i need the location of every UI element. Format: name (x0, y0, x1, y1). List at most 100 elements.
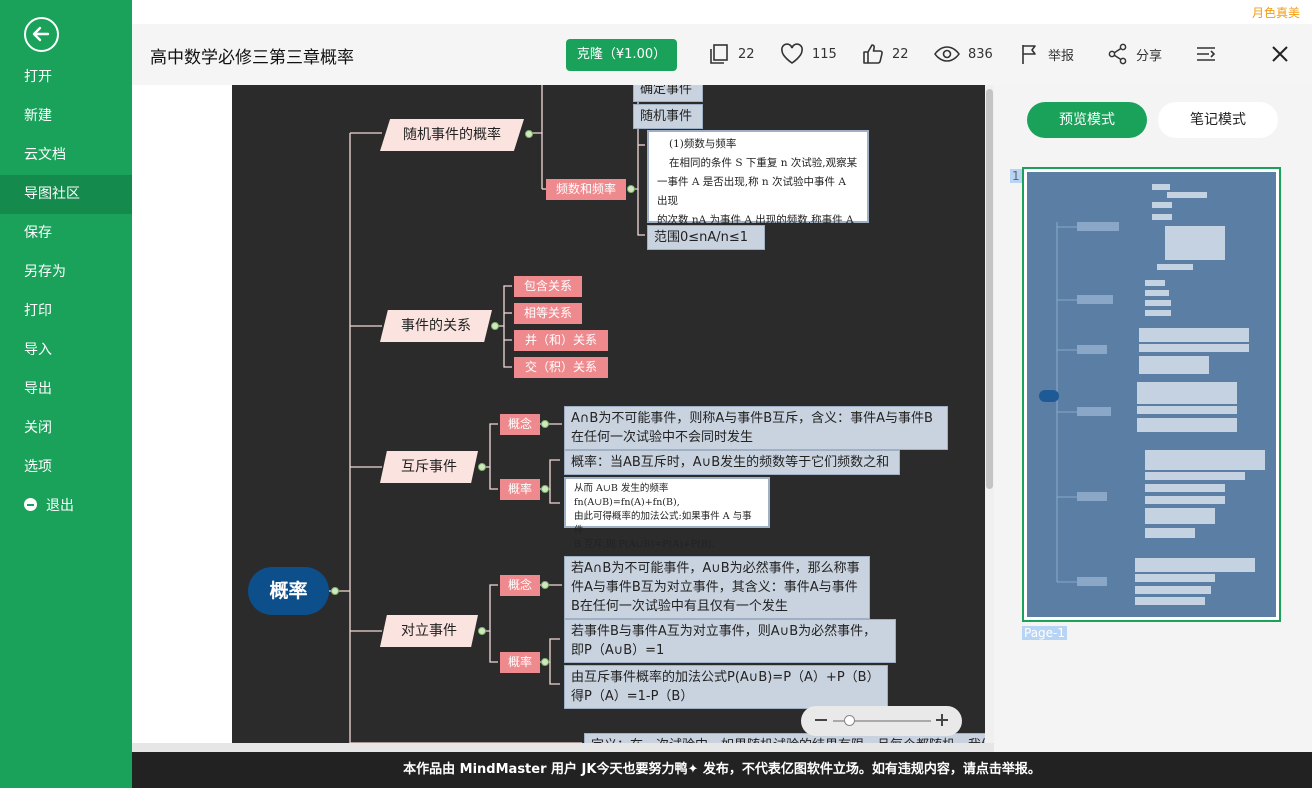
likes-count: 115 (812, 46, 837, 62)
report-label: 举报 (1048, 48, 1075, 64)
leaf-opposite-prob-2[interactable]: 由互斥事件概率的加法公式P(A∪B)=P（A）+P（B）得P（A）=1-P（B） (564, 665, 888, 709)
menu-export[interactable]: 导出 (0, 370, 132, 409)
paper-exclusive-note: 从而 A∪B 发生的频率 fn(A∪B)=fn(A)+fn(B), 由此可得概率… (564, 477, 770, 550)
collapse-dot[interactable] (525, 130, 533, 138)
zoom-out-icon[interactable] (815, 719, 827, 721)
collapse-dot[interactable] (541, 581, 549, 589)
collapse-dot[interactable] (478, 463, 486, 471)
label-probability[interactable]: 概率 (500, 652, 540, 673)
sidebar: 打开 新建 云文档 导图社区 保存 另存为 打印 导入 导出 关闭 选项 退出 (0, 0, 132, 788)
menu-options[interactable]: 选项 (0, 448, 132, 487)
vertical-scroll-thumb[interactable] (986, 89, 993, 489)
label-inclusion[interactable]: 包含关系 (514, 276, 582, 297)
leaf-certain-event[interactable]: 确定事件 (633, 85, 703, 102)
clone-button[interactable]: 克隆（¥1.00） (566, 39, 677, 71)
report-button[interactable]: 举报 (1020, 42, 1074, 66)
leaf-random-event[interactable]: 随机事件 (633, 104, 703, 129)
topic-opposite[interactable]: 对立事件 (380, 615, 478, 647)
label-union[interactable]: 并（和）关系 (514, 330, 608, 351)
collapse-dot[interactable] (627, 185, 635, 193)
share-label: 分享 (1136, 48, 1163, 64)
page-thumbnail[interactable] (1022, 167, 1281, 622)
sidebar-menu: 打开 新建 云文档 导图社区 保存 另存为 打印 导入 导出 关闭 选项 退出 (0, 58, 132, 526)
zoom-in-icon[interactable] (941, 714, 943, 726)
vertical-scrollbar[interactable] (985, 85, 994, 743)
zoom-slider-handle[interactable] (844, 715, 855, 726)
leaf-exclusive-concept[interactable]: A∩B为不可能事件，则称A与事件B互斥，含义：事件A与事件B在任何一次试验中不会… (564, 406, 948, 450)
paper-line: 由此可得概率的加法公式:如果事件 A 与事件 (574, 511, 752, 536)
exit-label: 退出 (46, 498, 74, 514)
leaf-exclusive-prob[interactable]: 概率：当AB互斥时，A∪B发生的频数等于它们频数之和 (564, 450, 900, 475)
paper-line: B 互斥,则 P(A∪B)=P(A)+P(B). (574, 539, 715, 550)
menu-open[interactable]: 打开 (0, 58, 132, 97)
exit-icon (24, 498, 37, 511)
menu-save-as[interactable]: 另存为 (0, 253, 132, 292)
heart-icon (781, 43, 803, 64)
menu-import[interactable]: 导入 (0, 331, 132, 370)
label-frequency[interactable]: 频数和频率 (546, 179, 626, 200)
canvas-area: 概率 随机事件的概率 确定事件 随机事件 频数和频率 (1)频数与频率 在相同的… (132, 85, 994, 752)
thumbs-up-button[interactable]: 22 (862, 42, 909, 66)
flag-icon (1022, 45, 1036, 64)
topic-random-prob[interactable]: 随机事件的概率 (380, 119, 524, 151)
thumbnail-preview (1027, 172, 1276, 617)
menu-cloud-docs[interactable]: 云文档 (0, 136, 132, 175)
horizontal-scrollbar[interactable] (132, 743, 994, 752)
paper-frequency-note: (1)频数与频率 在相同的条件 S 下重复 n 次试验,观察某 一事件 A 是否… (647, 130, 869, 245)
label-intersection[interactable]: 交（积）关系 (514, 357, 608, 378)
pages-count: 22 (738, 46, 755, 62)
paper-line: (1)频数与频率 (669, 138, 737, 150)
page-index: 1 (1010, 169, 1022, 183)
leaf-opposite-concept[interactable]: 若A∩B为不可能事件，A∪B为必然事件，那么称事件A与事件B互为对立事件，其含义… (564, 556, 870, 619)
preview-mode-button[interactable]: 预览模式 (1027, 102, 1147, 138)
preview-panel: 预览模式 笔记模式 1 Page-1 (994, 85, 1312, 752)
collapse-dot[interactable] (491, 322, 499, 330)
pages-icon (710, 44, 728, 64)
paper-line: 从而 A∪B 发生的频率 fn(A∪B)=fn(A)+fn(B), (574, 483, 680, 508)
close-icon (1272, 46, 1288, 62)
menu-new[interactable]: 新建 (0, 97, 132, 136)
username[interactable]: 月色真美 (1252, 4, 1300, 21)
views-button: 836 (934, 42, 993, 66)
menu-close[interactable]: 关闭 (0, 409, 132, 448)
leaf-opposite-prob-1[interactable]: 若事件B与事件A互为对立事件，则A∪B为必然事件，即P（A∪B）=1 (564, 619, 896, 663)
share-button[interactable]: 分享 (1108, 42, 1162, 66)
label-concept[interactable]: 概念 (500, 575, 540, 596)
favorite-button[interactable]: 115 (780, 42, 837, 66)
label-concept[interactable]: 概念 (500, 414, 540, 435)
page-label: Page-1 (1022, 626, 1068, 640)
outline-icon (1197, 47, 1216, 61)
views-count: 836 (968, 46, 993, 62)
eye-icon (934, 46, 960, 62)
leaf-freq-range[interactable]: 范围0≤nA/n≤1 (647, 225, 765, 250)
paper-line: 一事件 A 是否出现,称 n 次试验中事件 A 出现 (657, 176, 846, 207)
mindmap-canvas[interactable]: 概率 随机事件的概率 确定事件 随机事件 频数和频率 (1)频数与频率 在相同的… (232, 85, 986, 743)
close-button[interactable] (1270, 42, 1298, 66)
thumbs-up-icon (863, 44, 883, 64)
page-title: 高中数学必修三第三章概率 (150, 48, 354, 68)
thumbnail-mindmap-icon (1039, 184, 1265, 605)
paper-line: 在相同的条件 S 下重复 n 次试验,观察某 (669, 157, 858, 169)
menu-community[interactable]: 导图社区 (0, 175, 132, 214)
collapse-dot[interactable] (331, 587, 339, 595)
share-icon (1108, 43, 1127, 65)
label-equality[interactable]: 相等关系 (514, 303, 582, 324)
menu-print[interactable]: 打印 (0, 292, 132, 331)
menu-save[interactable]: 保存 (0, 214, 132, 253)
collapse-dot[interactable] (541, 658, 549, 666)
topic-exclusive[interactable]: 互斥事件 (380, 451, 478, 483)
collapse-dot[interactable] (541, 420, 549, 428)
collapse-dot[interactable] (478, 627, 486, 635)
outline-button[interactable] (1196, 42, 1224, 66)
header: 高中数学必修三第三章概率 克隆（¥1.00） 22 115 22 836 举报 … (132, 24, 1312, 85)
footer-notice[interactable]: 本作品由 MindMaster 用户 JK今天也要努力鸭✦ 发布，不代表亿图软件… (132, 752, 1312, 788)
note-mode-button[interactable]: 笔记模式 (1158, 102, 1278, 138)
central-topic[interactable]: 概率 (248, 567, 329, 615)
label-probability[interactable]: 概率 (500, 479, 540, 500)
back-icon[interactable] (24, 17, 59, 52)
menu-exit[interactable]: 退出 (0, 487, 132, 526)
topic-relations[interactable]: 事件的关系 (380, 310, 492, 342)
thumbs-count: 22 (892, 46, 909, 62)
pages-button[interactable]: 22 (708, 42, 755, 66)
collapse-dot[interactable] (541, 485, 549, 493)
